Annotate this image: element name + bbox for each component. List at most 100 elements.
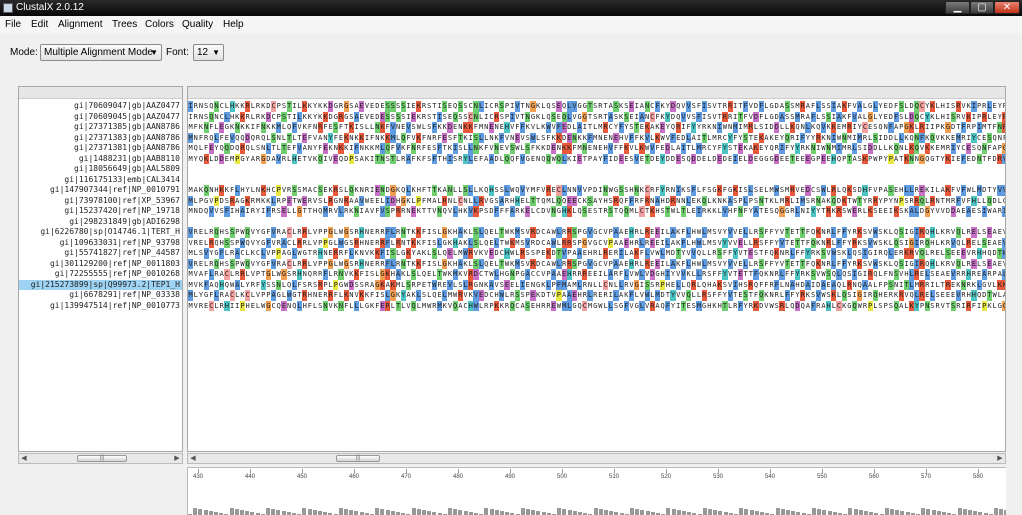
mode-select[interactable]: Multiple Alignment Mode ▼	[40, 44, 162, 61]
ruler-tick-label: 450	[296, 474, 308, 480]
ruler-tick-mark	[770, 469, 771, 473]
quality-bar	[318, 511, 322, 515]
ruler-tick-mark	[406, 469, 407, 473]
sequence-name-row[interactable]: gi|109633031|ref|NP_93798	[19, 238, 182, 249]
quality-bar	[848, 508, 853, 515]
residue: R	[1002, 101, 1005, 112]
sequence-names-panel[interactable]: gi|70609047|gb|AAZ0477 gi|70609045|gb|AAZ…	[18, 86, 183, 452]
sequence-name-row[interactable]: gi|27371383|gb|AAN8786	[19, 133, 182, 144]
alignment-row: MQLFEYQQDQRQLSNLTLTEFVANYFEKNKKIFNKKMLQF…	[188, 143, 1005, 154]
ruler-tick-mark	[458, 469, 459, 473]
menu-file[interactable]: File	[5, 19, 21, 30]
quality-bar	[640, 510, 645, 515]
sequence-name-row[interactable]: gi|55741827|ref|NP_44587	[19, 248, 182, 259]
sequence-name-row[interactable]: gi|70609047|gb|AAZ0477	[19, 101, 182, 112]
sequence-name-row[interactable]: gi|1488231|gb|AAB8110	[19, 154, 182, 165]
maximize-button[interactable]: ▢	[970, 1, 994, 14]
sequence-name-row[interactable]: gi|73978100|ref|XP_53967	[19, 196, 182, 207]
sequence-name-row[interactable]: gi|298231849|gb|ADI6298	[19, 217, 182, 228]
scroll-right-icon[interactable]: ▶	[172, 454, 182, 463]
sequence-name-row[interactable]: gi|301129200|ref|NP_0011803	[19, 259, 182, 270]
sequence-name-row[interactable]: gi|15237420|ref|NP_19718	[19, 206, 182, 217]
sequence-name-row[interactable]: gi|6226780|sp|O14746.1|TERT_H	[19, 227, 182, 238]
quality-bar	[380, 509, 385, 515]
residue: G	[1002, 143, 1005, 154]
quality-bar	[307, 509, 312, 515]
residue: V	[1002, 185, 1005, 196]
scroll-left-icon[interactable]: ◀	[19, 454, 29, 463]
quality-bar	[557, 508, 562, 515]
alignment-row: IRNSQNCLHKKRLRKDCPSTILKKYKKDGRGSAEVEDESS…	[188, 111, 1005, 122]
menu-alignment[interactable]: Alignment	[58, 19, 102, 30]
quality-bar	[349, 510, 354, 515]
residue: V	[1002, 153, 1005, 164]
scroll-thumb[interactable]: |||	[336, 455, 380, 462]
sequence-name-row[interactable]: gi|139947514|ref|NP_0010773	[19, 301, 182, 312]
ruler-tick-mark	[302, 469, 303, 473]
alignment-panel[interactable]: IRNSQNCLHKKRLRKDCPSTILKKYKKDGRGSAEVEDESS…	[187, 86, 1006, 452]
chevron-down-icon: ▼	[150, 48, 158, 57]
residue: V	[1002, 259, 1005, 270]
sequence-name-row[interactable]: gi|147907344|ref|NP_0010791	[19, 185, 182, 196]
sequence-name-row[interactable]: gi|116175133|emb|CAL3414	[19, 175, 182, 186]
quality-bar	[666, 508, 671, 515]
sequence-name-row[interactable]: gi|18056649|gb|AAL5809	[19, 164, 182, 175]
ruler-tick-mark	[510, 469, 511, 473]
ruler-tick-label: 440	[244, 474, 256, 480]
quality-bar	[630, 508, 634, 515]
ruler-tick-mark	[926, 469, 927, 473]
quality-bar	[744, 509, 749, 515]
quality-bar	[416, 509, 421, 515]
menu-edit[interactable]: Edit	[31, 19, 48, 30]
alignment-horizontal-scrollbar[interactable]: ◀ ||| ▶	[187, 453, 1006, 464]
alignment-row: IRNSQNCLHKKRLRKDCPSTILKKYKKDGRGSAEVEDESS…	[188, 101, 1005, 112]
font-label: Font:	[166, 47, 189, 58]
ruler-tick-mark	[978, 469, 979, 473]
quality-bar	[536, 511, 541, 515]
menu-quality[interactable]: Quality	[182, 19, 213, 30]
ruler-tick-label: 470	[400, 474, 412, 480]
ruler-tick-mark	[198, 469, 199, 473]
font-size-select[interactable]: 12 ▼	[193, 44, 224, 61]
quality-bar	[775, 508, 780, 515]
menu-bar: File Edit Alignment Trees Colors Quality…	[0, 16, 1022, 33]
quality-bar	[900, 511, 905, 515]
residue: V	[1002, 237, 1005, 248]
menu-colors[interactable]: Colors	[145, 19, 174, 30]
minimize-button[interactable]: ▁	[945, 1, 970, 14]
quality-bar	[385, 510, 390, 515]
font-size-value: 12	[197, 47, 209, 58]
scroll-thumb[interactable]: |||	[77, 455, 127, 462]
names-horizontal-scrollbar[interactable]: ◀ ||| ▶	[18, 453, 183, 464]
menu-help[interactable]: Help	[223, 19, 244, 30]
sequence-name-row[interactable]: gi|215273899|sp|Q99973.2|TEP1_H	[19, 279, 182, 290]
quality-bar	[822, 510, 827, 515]
quality-bar	[484, 508, 489, 515]
sequence-name-row[interactable]: gi|70609045|gb|AAZ0477	[19, 112, 182, 123]
scroll-right-icon[interactable]: ▶	[995, 454, 1005, 463]
sequence-name-row[interactable]: gi|6678291|ref|NP_03338	[19, 290, 182, 301]
sequence-name-row[interactable]: gi|72255555|ref|NP_0010268	[19, 269, 182, 280]
residue: R	[1002, 122, 1005, 133]
ruler-tick-label: 510	[608, 474, 620, 480]
quality-bar	[411, 508, 416, 515]
quality-bar	[973, 511, 978, 515]
residue: F	[1002, 133, 1005, 144]
sequence-name-row[interactable]: gi|27371385|gb|AAN8786	[19, 122, 182, 133]
alignment-row: MNDQVVSFIHAIRYIFRSELLGTTHQMRVLRKNIAVFVSP…	[188, 206, 1005, 217]
sequence-name-row[interactable]: gi|27371381|gb|AAN8786	[19, 143, 182, 154]
alignment-row: MLSVYGFLRACLKCLVPPAGLWGTRHNERRFLKNVKKFIS…	[188, 248, 1005, 259]
scroll-left-icon[interactable]: ◀	[188, 454, 198, 463]
ruler-tick-label: 490	[504, 474, 516, 480]
quality-bar	[562, 509, 567, 515]
quality-bar	[193, 508, 198, 515]
quality-bar	[702, 508, 707, 515]
close-button[interactable]: ✕	[994, 1, 1020, 14]
quality-bar	[463, 511, 468, 515]
quality-bar	[968, 510, 972, 515]
alignment-row: MVRECLRHIIPHELWGCQENQLHFLSNVKNFLLLGKFERL…	[188, 300, 1005, 311]
quality-bar	[489, 509, 494, 515]
menu-trees[interactable]: Trees	[112, 19, 137, 30]
ruler-tick-mark	[874, 469, 875, 473]
ruler-tick-mark	[822, 469, 823, 473]
